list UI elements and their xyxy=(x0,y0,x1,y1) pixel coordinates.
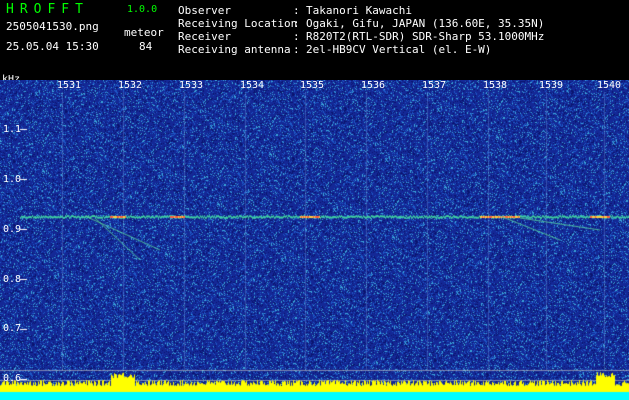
y-tick: 1.1 xyxy=(3,124,22,135)
info-value-receiver: R820T2(RTL-SDR) SDR-Sharp 53.1000MHz xyxy=(306,30,545,43)
info-value-antenna: 2el-HB9CV Vertical (el. E-W) xyxy=(306,43,492,56)
mode-label: meteor xyxy=(124,26,164,39)
date-time: 25.05.04 15:30 xyxy=(6,40,99,53)
y-tick: 0.6 xyxy=(3,373,22,384)
x-tick: 1535 xyxy=(300,80,325,91)
x-tick: 1538 xyxy=(483,80,508,91)
info-label-location: Receiving Location xyxy=(178,17,298,30)
info-value-location: Ogaki, Gifu, JAPAN (136.60E, 35.35N) xyxy=(306,17,545,30)
info-labels: Observer Receiving Location Receiver Rec… xyxy=(178,4,297,56)
info-label-receiver: Receiver xyxy=(178,30,231,43)
info-values: Takanori Kawachi Ogaki, Gifu, JAPAN (136… xyxy=(306,4,544,56)
x-tick: 1534 xyxy=(240,80,265,91)
app-logo: HROFFT xyxy=(6,2,89,17)
x-tick: 1539 xyxy=(539,80,564,91)
info-colons: :::: xyxy=(293,4,300,56)
x-tick: 1532 xyxy=(118,80,143,91)
y-tick: 0.8 xyxy=(3,274,22,285)
file-name: 2505041530.png xyxy=(6,20,99,33)
app-version: 1.0.0 xyxy=(127,4,158,15)
y-tick: 0.9 xyxy=(3,224,22,235)
x-tick: 1540 xyxy=(597,80,622,91)
x-tick: 1533 xyxy=(179,80,204,91)
y-tick: 0.7 xyxy=(3,323,22,334)
spectrogram xyxy=(0,80,629,400)
y-tick: 1.0 xyxy=(3,174,22,185)
info-label-antenna: Receiving antenna xyxy=(178,43,291,56)
info-label-observer: Observer xyxy=(178,4,231,17)
info-value-observer: Takanori Kawachi xyxy=(306,4,412,17)
x-tick: 1531 xyxy=(57,80,82,91)
meteor-count: 84 xyxy=(139,40,153,53)
x-tick: 1536 xyxy=(361,80,386,91)
x-tick: 1537 xyxy=(422,80,447,91)
